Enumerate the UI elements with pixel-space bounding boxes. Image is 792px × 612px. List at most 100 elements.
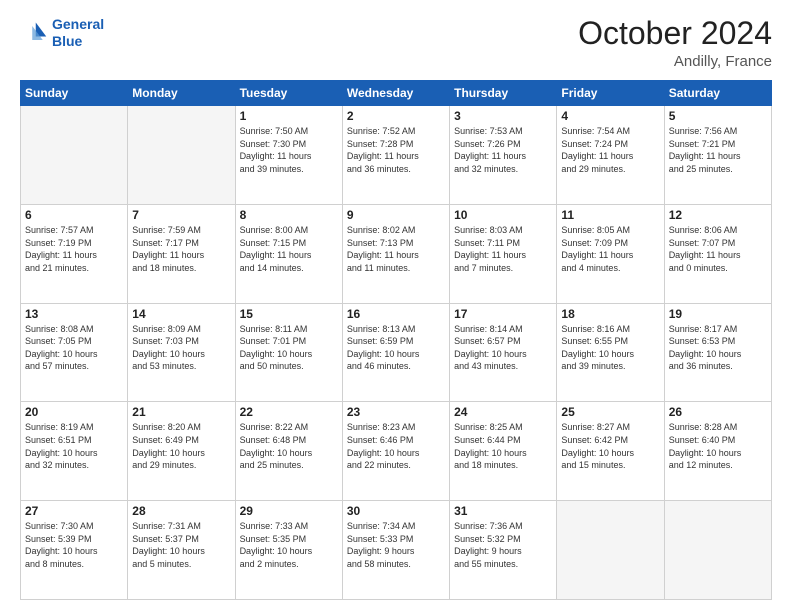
day-content: Sunrise: 8:22 AM Sunset: 6:48 PM Dayligh… bbox=[240, 421, 338, 471]
day-number: 6 bbox=[25, 208, 123, 222]
day-number: 20 bbox=[25, 405, 123, 419]
month-title: October 2024 bbox=[578, 16, 772, 51]
location: Andilly, France bbox=[578, 53, 772, 70]
day-content: Sunrise: 7:57 AM Sunset: 7:19 PM Dayligh… bbox=[25, 224, 123, 274]
day-content: Sunrise: 7:31 AM Sunset: 5:37 PM Dayligh… bbox=[132, 520, 230, 570]
day-content: Sunrise: 8:06 AM Sunset: 7:07 PM Dayligh… bbox=[669, 224, 767, 274]
calendar-cell: 4 Sunrise: 7:54 AM Sunset: 7:24 PM Daylig… bbox=[557, 106, 664, 205]
day-header-tuesday: Tuesday bbox=[235, 81, 342, 106]
calendar-cell: 9 Sunrise: 8:02 AM Sunset: 7:13 PM Daylig… bbox=[342, 204, 449, 303]
day-number: 17 bbox=[454, 307, 552, 321]
calendar-cell: 19Sunrise: 8:17 AM Sunset: 6:53 PM Dayli… bbox=[664, 303, 771, 402]
calendar-week-4: 20Sunrise: 8:19 AM Sunset: 6:51 PM Dayli… bbox=[21, 402, 772, 501]
day-content: Sunrise: 8:03 AM Sunset: 7:11 PM Dayligh… bbox=[454, 224, 552, 274]
day-number: 7 bbox=[132, 208, 230, 222]
day-content: Sunrise: 7:56 AM Sunset: 7:21 PM Dayligh… bbox=[669, 125, 767, 175]
calendar-table: SundayMondayTuesdayWednesdayThursdayFrid… bbox=[20, 80, 772, 600]
day-content: Sunrise: 8:05 AM Sunset: 7:09 PM Dayligh… bbox=[561, 224, 659, 274]
day-number: 14 bbox=[132, 307, 230, 321]
calendar-cell: 28 Sunrise: 7:31 AM Sunset: 5:37 PM Dayli… bbox=[128, 501, 235, 600]
calendar-cell: 26Sunrise: 8:28 AM Sunset: 6:40 PM Dayli… bbox=[664, 402, 771, 501]
day-content: Sunrise: 8:02 AM Sunset: 7:13 PM Dayligh… bbox=[347, 224, 445, 274]
day-content: Sunrise: 7:52 AM Sunset: 7:28 PM Dayligh… bbox=[347, 125, 445, 175]
day-number: 1 bbox=[240, 109, 338, 123]
day-number: 31 bbox=[454, 504, 552, 518]
calendar-cell bbox=[21, 106, 128, 205]
day-header-sunday: Sunday bbox=[21, 81, 128, 106]
day-content: Sunrise: 7:36 AM Sunset: 5:32 PM Dayligh… bbox=[454, 520, 552, 570]
day-number: 3 bbox=[454, 109, 552, 123]
day-content: Sunrise: 7:33 AM Sunset: 5:35 PM Dayligh… bbox=[240, 520, 338, 570]
day-content: Sunrise: 8:23 AM Sunset: 6:46 PM Dayligh… bbox=[347, 421, 445, 471]
calendar-cell: 13 Sunrise: 8:08 AM Sunset: 7:05 PM Dayli… bbox=[21, 303, 128, 402]
calendar-week-2: 6 Sunrise: 7:57 AM Sunset: 7:19 PM Daylig… bbox=[21, 204, 772, 303]
day-number: 10 bbox=[454, 208, 552, 222]
calendar-cell: 18 Sunrise: 8:16 AM Sunset: 6:55 PM Dayli… bbox=[557, 303, 664, 402]
day-content: Sunrise: 7:59 AM Sunset: 7:17 PM Dayligh… bbox=[132, 224, 230, 274]
calendar-cell: 17 Sunrise: 8:14 AM Sunset: 6:57 PM Dayli… bbox=[450, 303, 557, 402]
day-content: Sunrise: 8:16 AM Sunset: 6:55 PM Dayligh… bbox=[561, 323, 659, 373]
day-content: Sunrise: 7:30 AM Sunset: 5:39 PM Dayligh… bbox=[25, 520, 123, 570]
logo-blue: Blue bbox=[52, 33, 82, 49]
day-number: 23 bbox=[347, 405, 445, 419]
day-number: 8 bbox=[240, 208, 338, 222]
day-number: 29 bbox=[240, 504, 338, 518]
calendar-cell: 22Sunrise: 8:22 AM Sunset: 6:48 PM Dayli… bbox=[235, 402, 342, 501]
day-number: 25 bbox=[561, 405, 659, 419]
calendar-week-3: 13 Sunrise: 8:08 AM Sunset: 7:05 PM Dayli… bbox=[21, 303, 772, 402]
day-number: 2 bbox=[347, 109, 445, 123]
day-number: 13 bbox=[25, 307, 123, 321]
day-content: Sunrise: 8:13 AM Sunset: 6:59 PM Dayligh… bbox=[347, 323, 445, 373]
day-content: Sunrise: 8:08 AM Sunset: 7:05 PM Dayligh… bbox=[25, 323, 123, 373]
logo-icon bbox=[20, 19, 48, 47]
day-number: 19 bbox=[669, 307, 767, 321]
day-content: Sunrise: 7:53 AM Sunset: 7:26 PM Dayligh… bbox=[454, 125, 552, 175]
day-content: Sunrise: 8:14 AM Sunset: 6:57 PM Dayligh… bbox=[454, 323, 552, 373]
logo-general: General bbox=[52, 16, 104, 32]
calendar-week-1: 1Sunrise: 7:50 AM Sunset: 7:30 PM Daylig… bbox=[21, 106, 772, 205]
day-number: 4 bbox=[561, 109, 659, 123]
day-number: 15 bbox=[240, 307, 338, 321]
day-number: 26 bbox=[669, 405, 767, 419]
day-header-saturday: Saturday bbox=[664, 81, 771, 106]
day-number: 18 bbox=[561, 307, 659, 321]
day-number: 9 bbox=[347, 208, 445, 222]
calendar-cell: 11Sunrise: 8:05 AM Sunset: 7:09 PM Dayli… bbox=[557, 204, 664, 303]
calendar-cell: 25 Sunrise: 8:27 AM Sunset: 6:42 PM Dayli… bbox=[557, 402, 664, 501]
day-number: 12 bbox=[669, 208, 767, 222]
logo: General Blue bbox=[20, 16, 104, 50]
day-content: Sunrise: 7:54 AM Sunset: 7:24 PM Dayligh… bbox=[561, 125, 659, 175]
day-number: 28 bbox=[132, 504, 230, 518]
calendar-header-row: SundayMondayTuesdayWednesdayThursdayFrid… bbox=[21, 81, 772, 106]
day-header-wednesday: Wednesday bbox=[342, 81, 449, 106]
calendar-cell bbox=[664, 501, 771, 600]
calendar-cell: 5 Sunrise: 7:56 AM Sunset: 7:21 PM Daylig… bbox=[664, 106, 771, 205]
calendar-cell: 8Sunrise: 8:00 AM Sunset: 7:15 PM Daylig… bbox=[235, 204, 342, 303]
day-header-thursday: Thursday bbox=[450, 81, 557, 106]
logo-text: General Blue bbox=[52, 16, 104, 50]
calendar-cell bbox=[557, 501, 664, 600]
day-content: Sunrise: 8:11 AM Sunset: 7:01 PM Dayligh… bbox=[240, 323, 338, 373]
calendar-cell: 24 Sunrise: 8:25 AM Sunset: 6:44 PM Dayli… bbox=[450, 402, 557, 501]
calendar-cell: 6 Sunrise: 7:57 AM Sunset: 7:19 PM Daylig… bbox=[21, 204, 128, 303]
calendar-cell: 23 Sunrise: 8:23 AM Sunset: 6:46 PM Dayli… bbox=[342, 402, 449, 501]
calendar-cell: 10 Sunrise: 8:03 AM Sunset: 7:11 PM Dayli… bbox=[450, 204, 557, 303]
calendar-cell: 20Sunrise: 8:19 AM Sunset: 6:51 PM Dayli… bbox=[21, 402, 128, 501]
day-content: Sunrise: 7:34 AM Sunset: 5:33 PM Dayligh… bbox=[347, 520, 445, 570]
header: General Blue October 2024 Andilly, Franc… bbox=[20, 16, 772, 70]
day-content: Sunrise: 8:25 AM Sunset: 6:44 PM Dayligh… bbox=[454, 421, 552, 471]
title-block: October 2024 Andilly, France bbox=[578, 16, 772, 70]
day-number: 24 bbox=[454, 405, 552, 419]
calendar-cell: 3 Sunrise: 7:53 AM Sunset: 7:26 PM Daylig… bbox=[450, 106, 557, 205]
day-number: 30 bbox=[347, 504, 445, 518]
calendar-cell: 16Sunrise: 8:13 AM Sunset: 6:59 PM Dayli… bbox=[342, 303, 449, 402]
calendar-cell: 31 Sunrise: 7:36 AM Sunset: 5:32 PM Dayli… bbox=[450, 501, 557, 600]
calendar-cell: 7 Sunrise: 7:59 AM Sunset: 7:17 PM Daylig… bbox=[128, 204, 235, 303]
calendar-cell: 15 Sunrise: 8:11 AM Sunset: 7:01 PM Dayli… bbox=[235, 303, 342, 402]
calendar-cell: 1Sunrise: 7:50 AM Sunset: 7:30 PM Daylig… bbox=[235, 106, 342, 205]
calendar-cell bbox=[128, 106, 235, 205]
day-number: 5 bbox=[669, 109, 767, 123]
day-number: 21 bbox=[132, 405, 230, 419]
day-content: Sunrise: 8:27 AM Sunset: 6:42 PM Dayligh… bbox=[561, 421, 659, 471]
calendar-cell: 2 Sunrise: 7:52 AM Sunset: 7:28 PM Daylig… bbox=[342, 106, 449, 205]
